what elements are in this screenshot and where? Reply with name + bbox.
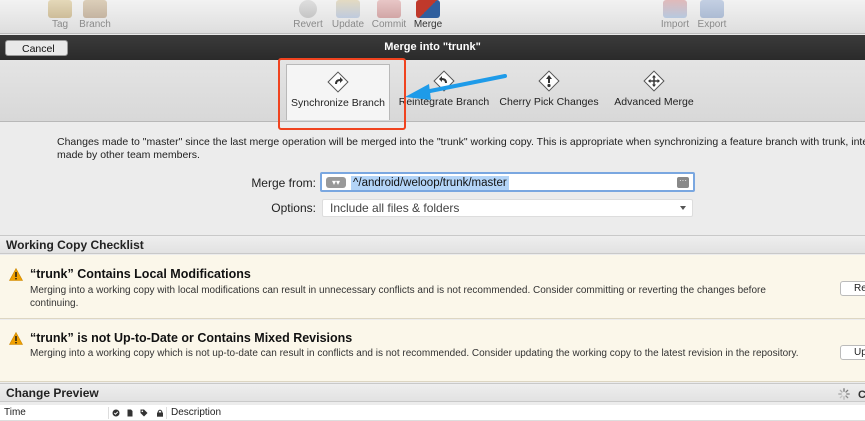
commit-button[interactable]: Commit — [369, 0, 409, 34]
column-time[interactable]: Time — [4, 405, 26, 421]
column-divider[interactable] — [166, 407, 167, 419]
lock-column-icon[interactable] — [156, 409, 164, 417]
loading-spinner-icon — [838, 388, 850, 400]
checklist-item-title: “trunk” Contains Local Modifications — [30, 267, 251, 281]
main-toolbar: Tag Branch Revert Update Commit Merge Im… — [0, 0, 865, 34]
checklist-item-not-up-to-date: “trunk” is not Up-to-Date or Contains Mi… — [0, 320, 865, 382]
chevron-down-icon — [680, 206, 686, 210]
advanced-merge-icon — [643, 70, 665, 92]
merge-icon — [416, 0, 440, 18]
merge-label: Merge — [413, 19, 443, 30]
revert-button[interactable]: Revert — [288, 0, 328, 34]
checklist-body-line-1: Merging into a working copy with local m… — [30, 285, 766, 296]
options-label: Options: — [271, 201, 316, 215]
merge-button[interactable]: Merge — [408, 0, 448, 34]
branch-icon — [83, 0, 107, 18]
merge-from-label: Merge from: — [251, 176, 316, 190]
cherry-pick-icon — [538, 70, 560, 92]
annotation-highlight-box — [278, 58, 406, 130]
checklist-item-local-modifications: “trunk” Contains Local Modifications Mer… — [0, 255, 865, 319]
tag-column-icon[interactable] — [140, 409, 148, 417]
update-working-copy-button[interactable]: Up — [840, 345, 865, 360]
import-icon — [663, 0, 687, 18]
checklist-body-line-1: Merging into a working copy which is not… — [30, 348, 799, 359]
options-value: Include all files & folders — [330, 201, 460, 215]
import-button[interactable]: Import — [655, 0, 695, 34]
preview-side-label[interactable]: C — [858, 389, 865, 401]
change-preview-header: Change Preview — [0, 383, 865, 402]
browse-icon[interactable]: ··· — [677, 177, 689, 188]
update-button[interactable]: Update — [328, 0, 368, 34]
annotation-arrow-icon — [405, 74, 507, 100]
change-preview-columns: Time Description — [0, 405, 865, 421]
revert-label: Revert — [293, 19, 323, 30]
commit-label: Commit — [371, 19, 407, 30]
update-icon — [336, 0, 360, 18]
checklist-header: Working Copy Checklist — [0, 235, 865, 254]
mode-label: Advanced Merge — [614, 96, 694, 108]
merge-description: Changes made to "master" since the last … — [57, 136, 865, 162]
export-button[interactable]: Export — [692, 0, 732, 34]
commit-icon — [377, 0, 401, 18]
merge-from-path[interactable]: ^/android/weloop/trunk/master — [351, 176, 509, 190]
description-line-1: Changes made to "master" since the last … — [57, 136, 865, 148]
options-select[interactable]: Include all files & folders — [322, 199, 693, 217]
update-label: Update — [331, 19, 365, 30]
sheet-title: Merge into "trunk" — [384, 41, 481, 53]
tag-button[interactable]: Tag — [40, 0, 80, 34]
revert-icon — [299, 0, 317, 18]
checklist-item-body: Merging into a working copy with local m… — [30, 285, 810, 310]
checklist-item-title: “trunk” is not Up-to-Date or Contains Mi… — [30, 331, 353, 345]
checklist-item-body: Merging into a working copy which is not… — [30, 348, 810, 361]
import-label: Import — [660, 19, 690, 30]
sheet-title-bar: Cancel Merge into "trunk" — [0, 35, 865, 60]
description-line-2: made by other team members. — [57, 149, 200, 161]
checklist-body-line-2: continuing. — [30, 297, 79, 309]
branch-label: Branch — [79, 19, 111, 30]
column-description[interactable]: Description — [171, 405, 221, 421]
tag-label: Tag — [51, 19, 69, 30]
warning-icon — [9, 268, 23, 281]
merge-from-field[interactable]: ▾▾ ^/android/weloop/trunk/master ··· — [320, 172, 695, 192]
status-column-icon[interactable] — [112, 409, 120, 417]
tag-icon — [48, 0, 72, 18]
export-icon — [700, 0, 724, 18]
branch-button[interactable]: Branch — [75, 0, 115, 34]
warning-icon — [9, 332, 23, 345]
export-label: Export — [697, 19, 727, 30]
mode-label: Cherry Pick Changes — [499, 96, 599, 108]
mode-cherry-pick-changes[interactable]: Cherry Pick Changes — [498, 64, 600, 120]
revert-changes-button[interactable]: Re — [840, 281, 865, 296]
column-divider[interactable] — [108, 407, 109, 419]
file-column-icon[interactable] — [126, 409, 134, 417]
url-type-icon[interactable]: ▾▾ — [326, 177, 346, 188]
mode-advanced-merge[interactable]: Advanced Merge — [612, 64, 696, 120]
